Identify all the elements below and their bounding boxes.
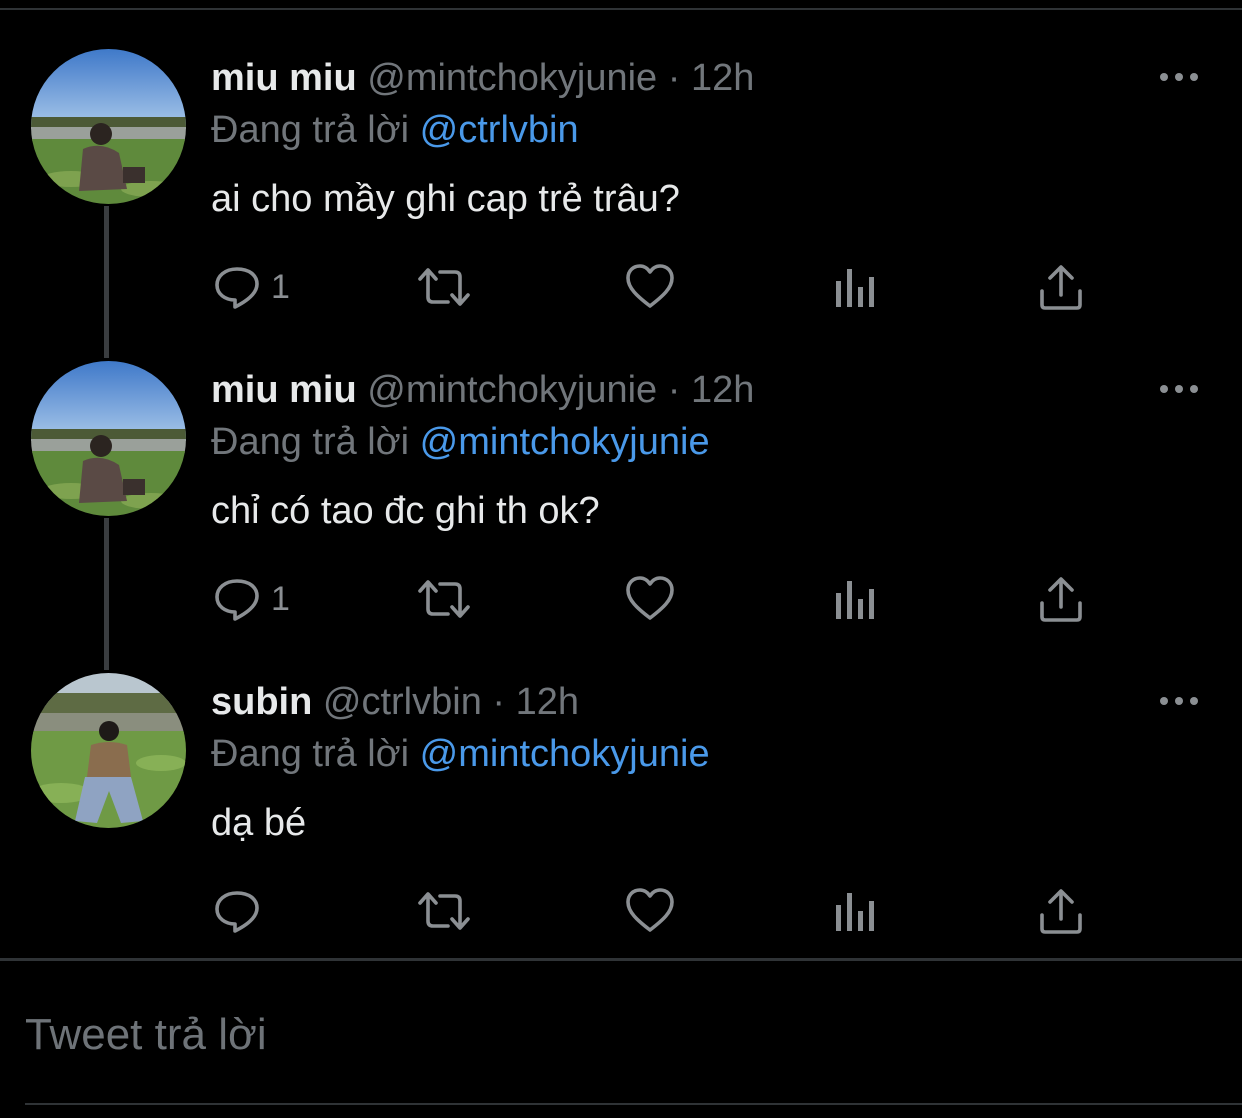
- tweet-header: subin @ctrlvbin · 12h: [211, 680, 579, 724]
- tweet[interactable]: miu miu @mintchokyjunie · 12h Đang trả l…: [0, 312, 1242, 624]
- retweet-button[interactable]: [416, 886, 472, 936]
- reply-prefix: Đang trả lời: [211, 421, 410, 463]
- reply-prefix: Đang trả lời: [211, 109, 410, 151]
- reply-button[interactable]: 1: [213, 574, 290, 624]
- heart-icon: [626, 264, 674, 308]
- tweet-header: miu miu @mintchokyjunie · 12h: [211, 368, 754, 412]
- like-button[interactable]: [625, 262, 675, 312]
- handle[interactable]: @mintchokyjunie: [367, 57, 657, 99]
- timestamp[interactable]: 12h: [691, 369, 754, 411]
- separator: ·: [667, 369, 681, 411]
- separator: ·: [667, 57, 681, 99]
- timestamp[interactable]: 12h: [516, 681, 579, 723]
- handle[interactable]: @mintchokyjunie: [367, 369, 657, 411]
- tweet-text: chỉ có tao đc ghi th ok?: [211, 490, 600, 532]
- replying-to: Đang trả lời @ctrlvbin: [211, 108, 579, 152]
- like-button[interactable]: [625, 574, 675, 624]
- analytics-bars-icon: [836, 269, 874, 307]
- mention-link[interactable]: @mintchokyjunie: [420, 421, 710, 463]
- share-upload-icon: [1040, 265, 1082, 310]
- avatar[interactable]: [31, 673, 186, 828]
- action-bar: 1: [0, 262, 1242, 312]
- share-button[interactable]: [1038, 262, 1084, 312]
- handle[interactable]: @ctrlvbin: [323, 681, 482, 723]
- more-button[interactable]: [1156, 686, 1202, 716]
- action-bar: [0, 886, 1242, 936]
- more-button[interactable]: [1156, 374, 1202, 404]
- analytics-button[interactable]: [834, 262, 878, 312]
- retweet-button[interactable]: [416, 574, 472, 624]
- reply-button[interactable]: [213, 886, 271, 936]
- more-button[interactable]: [1156, 62, 1202, 92]
- reply-count: 1: [271, 267, 290, 306]
- more-dots-icon: [1160, 73, 1198, 81]
- tweet-text: ai cho mầy ghi cap trẻ trâu?: [211, 178, 680, 220]
- share-upload-icon: [1040, 577, 1082, 622]
- analytics-bars-icon: [836, 893, 874, 931]
- display-name[interactable]: miu miu: [211, 57, 357, 99]
- reply-bubble-icon: [215, 891, 259, 933]
- replying-to: Đang trả lời @mintchokyjunie: [211, 420, 710, 464]
- display-name[interactable]: subin: [211, 681, 312, 723]
- heart-icon: [626, 888, 674, 932]
- display-name[interactable]: miu miu: [211, 369, 357, 411]
- share-upload-icon: [1040, 889, 1082, 934]
- reply-button[interactable]: 1: [213, 262, 290, 312]
- like-button[interactable]: [625, 886, 675, 936]
- avatar[interactable]: [31, 361, 186, 516]
- reply-count: 1: [271, 579, 290, 618]
- share-button[interactable]: [1038, 886, 1084, 936]
- compose-underline: [25, 1103, 1242, 1105]
- reply-compose-input[interactable]: Tweet trả lời: [25, 1010, 267, 1060]
- retweet-button[interactable]: [416, 262, 472, 312]
- more-dots-icon: [1160, 385, 1198, 393]
- retweet-icon: [418, 580, 470, 618]
- analytics-button[interactable]: [834, 886, 878, 936]
- analytics-button[interactable]: [834, 574, 878, 624]
- analytics-bars-icon: [836, 581, 874, 619]
- retweet-icon: [418, 892, 470, 930]
- timestamp[interactable]: 12h: [691, 57, 754, 99]
- avatar[interactable]: [31, 49, 186, 204]
- action-bar: 1: [0, 574, 1242, 624]
- tweet[interactable]: miu miu @mintchokyjunie · 12h Đang trả l…: [0, 0, 1242, 312]
- tweet-text: dạ bé: [211, 802, 307, 844]
- reply-bubble-icon: [215, 267, 259, 309]
- replying-to: Đang trả lời @mintchokyjunie: [211, 732, 710, 776]
- reply-prefix: Đang trả lời: [211, 733, 410, 775]
- compose-divider: [0, 958, 1242, 961]
- retweet-icon: [418, 268, 470, 306]
- reply-bubble-icon: [215, 579, 259, 621]
- mention-link[interactable]: @ctrlvbin: [420, 109, 579, 151]
- share-button[interactable]: [1038, 574, 1084, 624]
- heart-icon: [626, 576, 674, 620]
- more-dots-icon: [1160, 697, 1198, 705]
- separator: ·: [492, 681, 506, 723]
- tweet-header: miu miu @mintchokyjunie · 12h: [211, 56, 754, 100]
- mention-link[interactable]: @mintchokyjunie: [420, 733, 710, 775]
- tweet[interactable]: subin @ctrlvbin · 12h Đang trả lời @mint…: [0, 624, 1242, 936]
